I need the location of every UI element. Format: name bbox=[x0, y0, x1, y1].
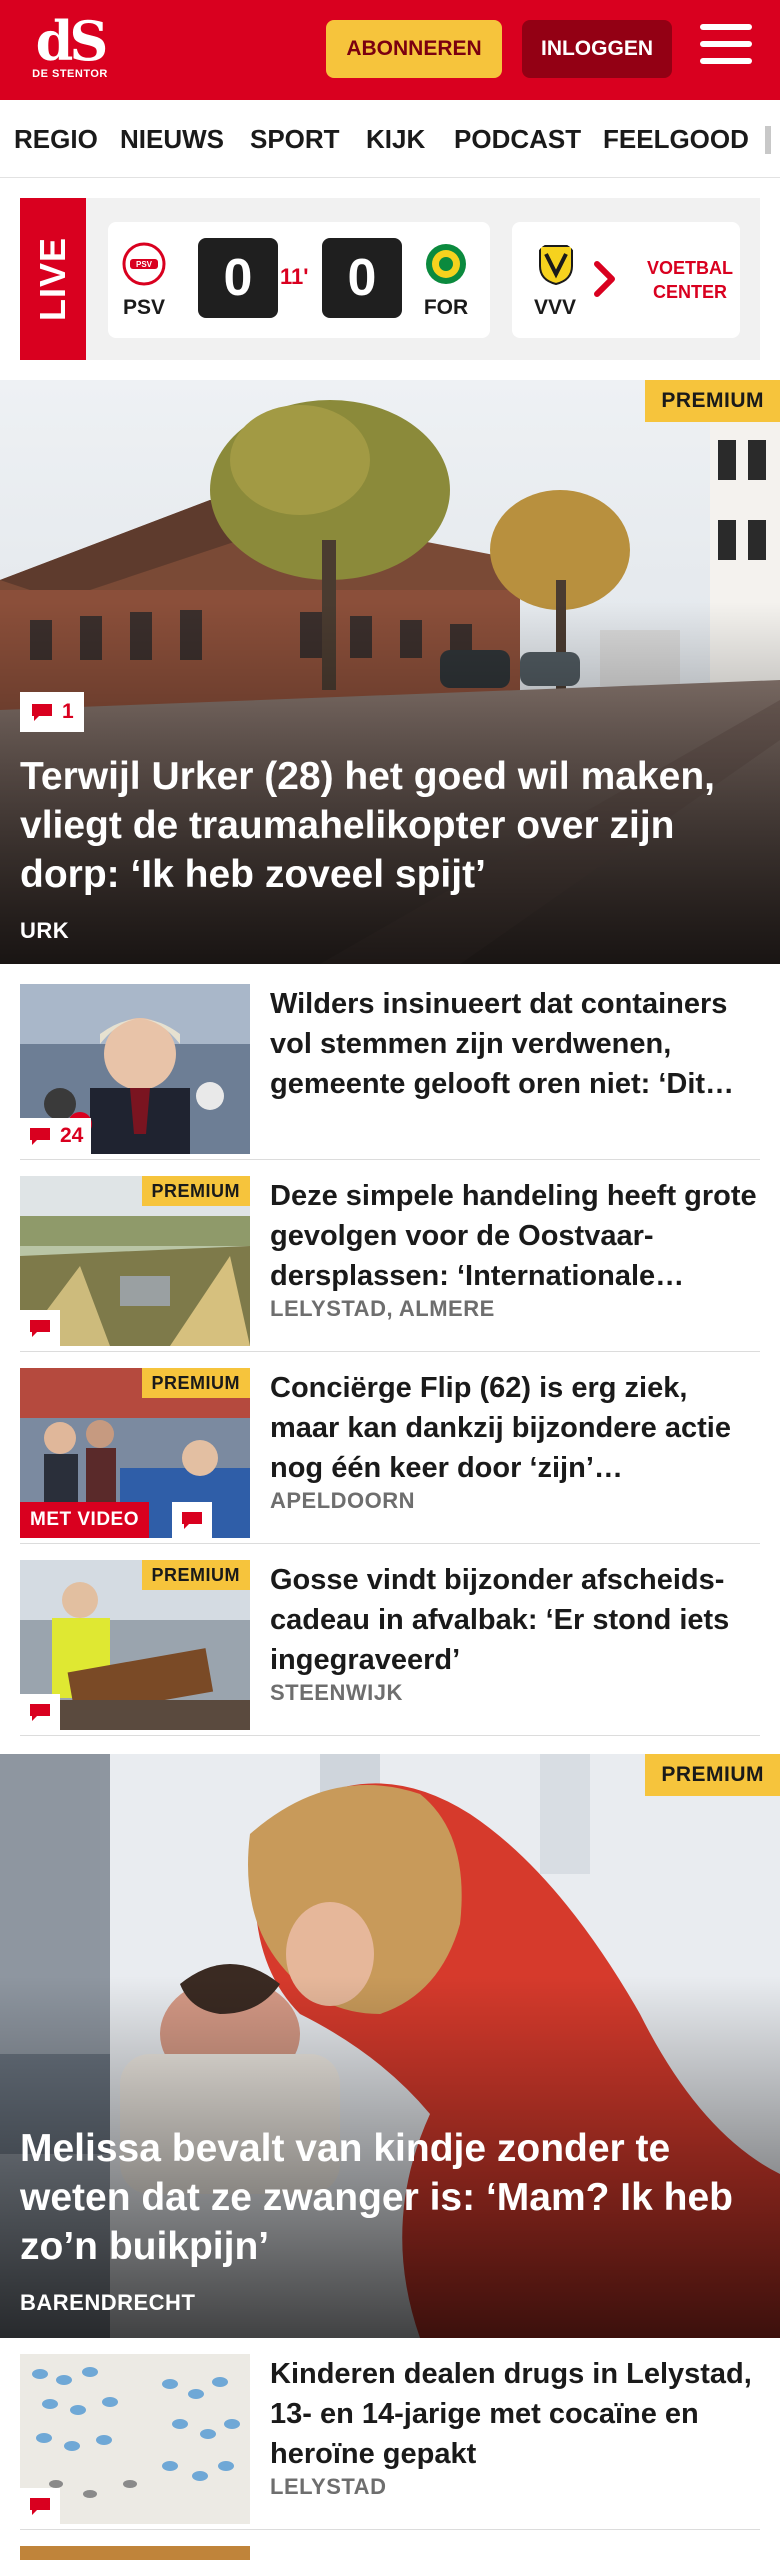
voetbal-center-button[interactable]: VOETBAL CENTER bbox=[640, 222, 740, 338]
nav-item-sport[interactable]: SPORT bbox=[250, 124, 340, 155]
comment-icon bbox=[182, 1512, 202, 1529]
article-location: LELYSTAD, ALMERE bbox=[270, 1296, 495, 1321]
article-row[interactable]: PREMIUM MET VIDEO Conciërge Flip (62) is… bbox=[20, 1352, 760, 1544]
vvv-logo-icon bbox=[539, 245, 573, 286]
subscribe-button[interactable]: ABONNEREN bbox=[326, 20, 502, 78]
article-thumbnail: PREMIUM MET VIDEO bbox=[20, 1368, 250, 1538]
article-thumbnail bbox=[20, 2354, 250, 2524]
home-score: 0 bbox=[198, 238, 278, 318]
nav-item-podcast[interactable]: PODCAST bbox=[454, 124, 581, 155]
article-thumbnail: PREMIUM bbox=[20, 1176, 250, 1346]
comment-badge[interactable] bbox=[20, 2488, 60, 2524]
match-minute: 11' bbox=[280, 264, 309, 289]
live-score-ticker: LIVE PSV PSV 0 11' 0 FOR VVV VOETBAL CEN… bbox=[20, 198, 760, 360]
hero-location: BARENDRECHT bbox=[20, 2290, 196, 2315]
comment-icon bbox=[30, 1320, 50, 1337]
comment-count: 1 bbox=[62, 700, 74, 723]
hero-article-melissa[interactable]: PREMIUM Melissa bevalt van kindje zonder… bbox=[0, 1754, 780, 2338]
article-title[interactable]: Deze simpele handeling heeft grote gevol… bbox=[270, 1176, 760, 1296]
away-team-name: FOR bbox=[423, 296, 469, 319]
premium-badge: PREMIUM bbox=[141, 1368, 250, 1398]
nav-item-kijk[interactable]: KIJK bbox=[366, 124, 425, 155]
comment-count-badge[interactable]: 1 bbox=[20, 692, 84, 732]
comment-icon bbox=[30, 1128, 50, 1145]
comment-count: 24 bbox=[60, 1124, 84, 1147]
comment-icon bbox=[32, 704, 52, 721]
logo-mark: dS bbox=[35, 9, 109, 73]
hero-title[interactable]: Terwijl Urker (28) het goed wil maken, v… bbox=[20, 752, 760, 899]
login-button[interactable]: INLOGGEN bbox=[522, 20, 672, 78]
comment-badge[interactable] bbox=[20, 1694, 60, 1730]
hero-title[interactable]: Melissa bevalt van kindje zonder te wete… bbox=[20, 2124, 760, 2271]
section-nav: REGIO NIEUWS SPORT KIJK PODCAST FEELGOOD bbox=[0, 100, 780, 178]
article-row[interactable]: PREMIUM Deze simpele handeling heeft gro… bbox=[20, 1160, 760, 1352]
nav-item-feelgood[interactable]: FEELGOOD bbox=[603, 124, 749, 155]
nav-item-nieuws[interactable]: NIEUWS bbox=[120, 124, 224, 155]
article-title[interactable]: Conciërge Flip (62) is erg ziek, maar ka… bbox=[270, 1368, 760, 1488]
chevron-right-icon[interactable] bbox=[592, 260, 618, 298]
article-location: APELDOORN bbox=[270, 1488, 416, 1513]
live-label: LIVE bbox=[32, 236, 74, 322]
fortuna-logo-icon bbox=[426, 244, 466, 284]
premium-badge: PREMIUM bbox=[141, 1176, 250, 1206]
next-team-name: VVV bbox=[533, 296, 577, 319]
nav-item-regio[interactable]: REGIO bbox=[14, 124, 98, 155]
video-badge: MET VIDEO bbox=[20, 1502, 150, 1538]
menu-icon[interactable] bbox=[700, 24, 752, 72]
hero-location: URK bbox=[20, 918, 70, 943]
article-thumbnail: 24 bbox=[20, 984, 250, 1154]
article-location: LELYSTAD bbox=[270, 2474, 387, 2499]
article-title[interactable]: Gosse vindt bijzonder afscheids­cadeau i… bbox=[270, 1560, 760, 1680]
comment-badge[interactable] bbox=[20, 1310, 60, 1346]
premium-badge: PREMIUM bbox=[141, 1560, 250, 1590]
premium-badge: PREMIUM bbox=[645, 1754, 780, 1796]
nav-overflow-hint bbox=[765, 126, 771, 154]
article-location: STEENWIJK bbox=[270, 1680, 403, 1705]
article-thumbnail: PREMIUM bbox=[20, 1560, 250, 1730]
article-row[interactable]: 24 Wilders insinueert dat containers vol… bbox=[20, 968, 760, 1160]
svg-text:PSV: PSV bbox=[136, 260, 153, 269]
premium-badge: PREMIUM bbox=[645, 380, 780, 422]
comment-count-badge[interactable]: 24 bbox=[20, 1118, 92, 1154]
article-thumbnail-partial bbox=[20, 2546, 250, 2560]
site-header: dS DE STENTOR ABONNEREN INLOGGEN bbox=[0, 0, 780, 100]
comment-icon bbox=[30, 2498, 50, 2515]
article-row[interactable]: PREMIUM Gosse vindt bijzonder afscheids­… bbox=[20, 1544, 760, 1736]
site-logo[interactable]: dS DE STENTOR bbox=[28, 12, 112, 88]
comment-badge[interactable] bbox=[172, 1502, 212, 1538]
psv-logo-icon: PSV bbox=[122, 242, 166, 286]
article-title[interactable]: Kinderen dealen drugs in Lelystad, 13- e… bbox=[270, 2354, 760, 2474]
hero-article-urk[interactable]: PREMIUM 1 Terwijl Urker (28) het goed wi… bbox=[0, 380, 780, 964]
match-card[interactable]: PSV PSV 0 11' 0 FOR bbox=[108, 222, 490, 338]
live-badge: LIVE bbox=[20, 198, 86, 360]
away-score: 0 bbox=[322, 238, 402, 318]
home-team-name: PSV bbox=[122, 296, 166, 319]
comment-icon bbox=[30, 1704, 50, 1721]
article-row[interactable]: Kinderen dealen drugs in Lelystad, 13- e… bbox=[20, 2338, 760, 2530]
logo-subtitle: DE STENTOR bbox=[32, 68, 108, 80]
article-title[interactable]: Wilders insinueert dat containers vol st… bbox=[270, 984, 760, 1104]
